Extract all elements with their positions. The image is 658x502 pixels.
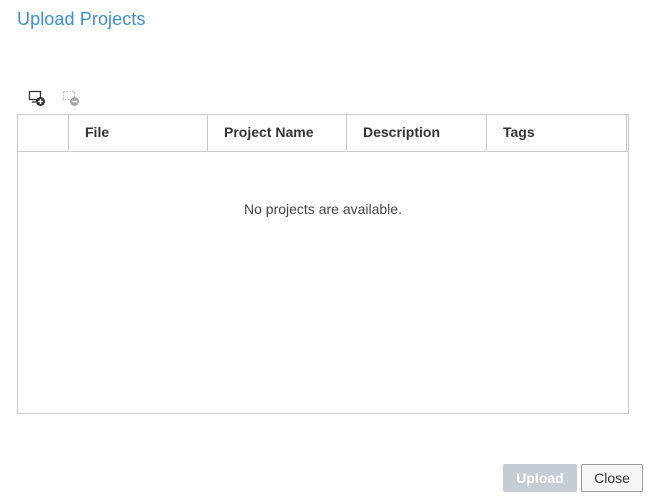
add-project-button[interactable] [26,87,48,109]
remove-project-icon [62,90,79,106]
dialog-footer: Upload Close [503,464,643,492]
close-button[interactable]: Close [581,464,643,492]
projects-table: File Project Name Description Tags No pr… [17,114,629,414]
upload-button[interactable]: Upload [503,464,577,492]
select-column-header[interactable] [18,115,69,151]
column-header-project-name[interactable]: Project Name [208,115,347,151]
column-header-description[interactable]: Description [347,115,487,151]
add-project-icon [28,90,45,106]
empty-table-message: No projects are available. [244,201,402,217]
column-header-tags[interactable]: Tags [487,115,627,151]
table-header: File Project Name Description Tags [18,115,628,152]
table-toolbar [26,86,82,110]
remove-project-button[interactable] [60,87,82,109]
column-header-file[interactable]: File [69,115,208,151]
dialog-title: Upload Projects [17,9,146,29]
